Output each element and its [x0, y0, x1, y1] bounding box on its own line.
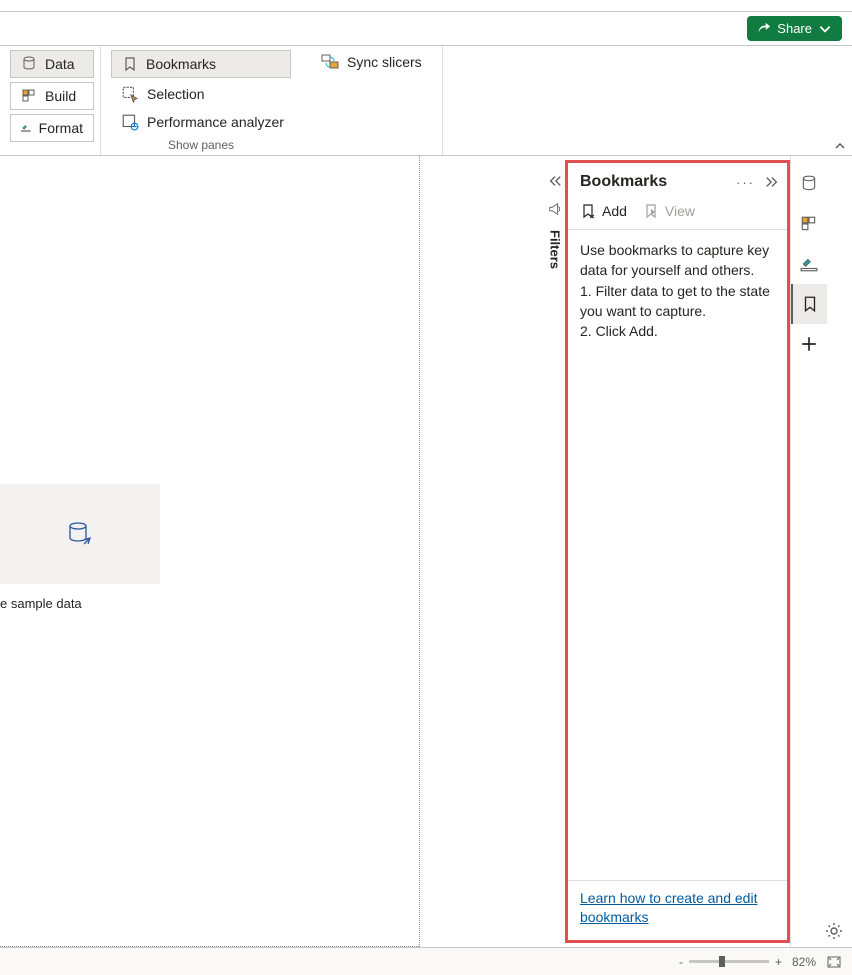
sync-slicers-label: Sync slicers [347, 54, 422, 70]
chevron-up-icon[interactable] [834, 140, 846, 152]
performance-pane-button[interactable]: Performance analyzer [111, 110, 291, 134]
performance-pane-label: Performance analyzer [147, 114, 284, 130]
rail-add-button[interactable] [791, 324, 827, 364]
share-label: Share [777, 21, 812, 36]
selection-pane-button[interactable]: Selection [111, 82, 291, 106]
view-bookmark-label: View [665, 203, 695, 219]
zoom-in-button[interactable]: + [775, 955, 782, 969]
bookmarks-learn-link[interactable]: Learn how to create and edit bookmarks [580, 890, 757, 926]
zoom-control[interactable]: - + [679, 955, 782, 969]
gear-icon[interactable] [824, 921, 844, 941]
format-icon [800, 255, 818, 273]
ribbon: Data Build Format Bookmarks Selection [0, 46, 852, 156]
format-pane-label: Format [39, 120, 83, 136]
view-bookmark-button: View [643, 203, 695, 219]
megaphone-icon [548, 202, 562, 216]
build-icon [21, 88, 37, 104]
plus-icon [800, 335, 818, 353]
rail-data-button[interactable] [791, 164, 827, 204]
bookmarks-help-line3: 2. Click Add. [580, 321, 775, 341]
data-pane-label: Data [45, 56, 75, 72]
filters-collapsed-pane[interactable]: Filters [545, 156, 565, 947]
selection-pane-label: Selection [147, 86, 205, 102]
format-icon [21, 120, 31, 136]
bookmarks-help-line1: Use bookmarks to capture key data for yo… [580, 240, 775, 281]
rail-build-button[interactable] [791, 204, 827, 244]
bookmark-view-icon [643, 203, 659, 219]
bookmark-icon [122, 56, 138, 72]
share-icon [757, 22, 771, 36]
show-panes-label: Show panes [111, 138, 291, 152]
zoom-value: 82% [792, 955, 816, 969]
database-icon [21, 56, 37, 72]
build-pane-button[interactable]: Build [10, 82, 94, 110]
sample-data-card[interactable] [0, 484, 160, 584]
share-button[interactable]: Share [747, 16, 842, 41]
chevron-left-double-icon[interactable] [548, 174, 562, 188]
bookmarks-help-text: Use bookmarks to capture key data for yo… [568, 230, 787, 880]
database-arrow-icon [66, 520, 94, 548]
chevron-right-double-icon[interactable] [765, 175, 779, 189]
database-icon [800, 175, 818, 193]
performance-icon [121, 113, 139, 131]
sync-slicers-icon [321, 53, 339, 71]
sync-slicers-button[interactable]: Sync slicers [307, 50, 436, 74]
format-pane-button[interactable]: Format [10, 114, 94, 142]
rail-format-button[interactable] [791, 244, 827, 284]
fit-to-page-icon[interactable] [826, 954, 842, 970]
zoom-slider-track[interactable] [689, 960, 769, 963]
bookmark-icon [801, 295, 819, 313]
add-bookmark-label: Add [602, 203, 627, 219]
selection-icon [121, 85, 139, 103]
add-bookmark-button[interactable]: Add [580, 203, 627, 219]
filters-label: Filters [548, 230, 563, 269]
sample-data-label: e sample data [0, 596, 82, 611]
bookmarks-pane-button[interactable]: Bookmarks [111, 50, 291, 78]
bookmarks-pane-label: Bookmarks [146, 56, 216, 72]
zoom-slider-thumb[interactable] [719, 956, 725, 967]
rail-bookmarks-button[interactable] [791, 284, 827, 324]
right-rail [790, 156, 827, 947]
bookmarks-title: Bookmarks [580, 173, 667, 191]
bookmark-add-icon [580, 203, 596, 219]
build-pane-label: Build [45, 88, 76, 104]
build-icon [800, 215, 818, 233]
zoom-out-button[interactable]: - [679, 955, 683, 969]
chevron-down-icon [818, 22, 832, 36]
report-canvas[interactable]: e sample data [0, 156, 420, 947]
bookmarks-pane: Bookmarks ··· Add View Use bookmarks to … [565, 160, 790, 943]
status-bar: - + 82% [0, 947, 852, 975]
more-icon[interactable]: ··· [736, 175, 755, 190]
bookmarks-help-line2: 1. Filter data to get to the state you w… [580, 281, 775, 322]
data-pane-button[interactable]: Data [10, 50, 94, 78]
